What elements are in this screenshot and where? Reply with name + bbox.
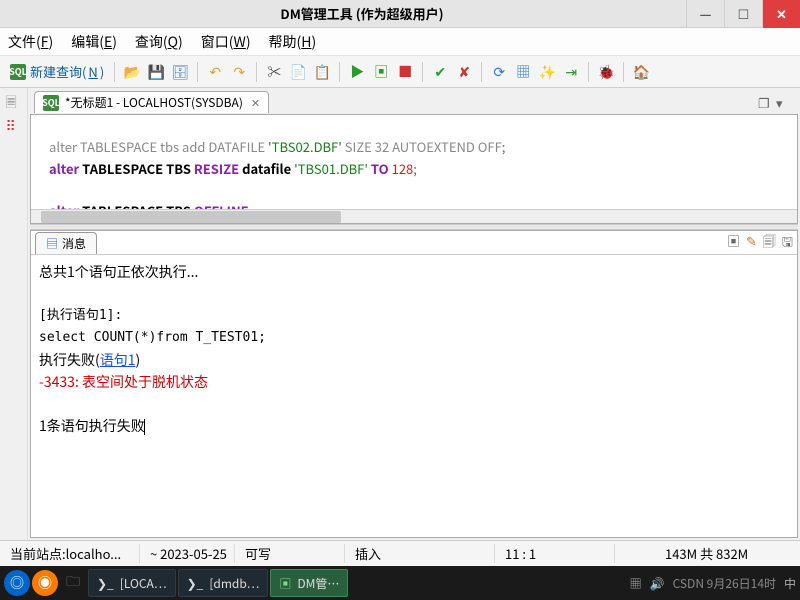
editor-tab-title: *无标题1 - LOCALHOST(SYSDBA) (65, 94, 243, 111)
new-query-button[interactable]: SQL新建查询(N) (6, 62, 108, 81)
msg-line-summary: 1条语句执行失败 (39, 415, 789, 437)
copy-msg-icon[interactable]: 🗐 (763, 231, 776, 255)
editor-tab-bar: SQL *无标题1 - LOCALHOST(SYSDBA) ✕ ❐ ▾ (30, 90, 798, 114)
status-mode: 插入 (345, 544, 495, 563)
restore-icon[interactable]: ❐ (758, 93, 776, 112)
menu-window[interactable]: 窗口(W) (201, 32, 251, 52)
debug-icon[interactable]: 🐞 (595, 61, 617, 83)
msg-line-sql: select COUNT(*)from T_TEST01; (39, 327, 789, 349)
refresh-icon[interactable]: ⟳ (488, 61, 510, 83)
message-panel: ▤ 消息 ▣ ✎ 🗐 🖫 总共1个语句正依次执行... [执行语句1]: sel… (30, 230, 798, 538)
run-script-icon[interactable]: ▣ (370, 61, 392, 83)
window-title: DM管理工具 (作为超级用户) (38, 4, 686, 23)
terminal-icon: ❯_ (187, 575, 204, 592)
editor-tab[interactable]: SQL *无标题1 - LOCALHOST(SYSDBA) ✕ (34, 91, 269, 113)
status-site: 当前站点:localho... (0, 544, 140, 563)
files-icon[interactable]: 🗀 (60, 570, 86, 596)
start-button[interactable]: ◎ (4, 570, 30, 596)
sql-icon: SQL (43, 95, 59, 111)
save-icon[interactable]: 💾 (145, 61, 167, 83)
sql-editor[interactable]: alter TABLESPACE tbs add DATAFILE 'TBS02… (30, 114, 798, 224)
status-bar: 当前站点:localho... ~ 2023-05-25 可写 插入 11 : … (0, 540, 800, 566)
ime-indicator[interactable]: 中 (784, 575, 796, 592)
message-body[interactable]: 总共1个语句正依次执行... [执行语句1]: select COUNT(*)f… (31, 255, 797, 537)
msg-line-header: [执行语句1]: (39, 305, 789, 327)
save-msg-icon[interactable]: 🖫 (782, 231, 793, 255)
commit-icon[interactable]: ✔ (429, 61, 451, 83)
msg-line-exec: 总共1个语句正依次执行... (39, 261, 789, 283)
run-icon[interactable]: ▶ (346, 61, 368, 83)
msg-line-error: -3433: 表空间处于脱机状态 (39, 371, 789, 393)
watermark: CSDN 9月26日14时 (673, 575, 776, 592)
menu-bar: 文件(F) 编辑(E) 查询(Q) 窗口(W) 帮助(H) (0, 28, 800, 56)
minimize-button[interactable] (686, 0, 724, 28)
volume-icon[interactable]: 🔊 (650, 575, 665, 592)
stop-icon[interactable]: ■ (394, 61, 416, 83)
os-taskbar: ◎ ◉ 🗀 ❯_[LOCA… ❯_[dmdb… ▣DM管… ▦ 🔊 CSDN 9… (0, 566, 800, 600)
message-icon: ▤ (46, 235, 58, 252)
menu-query[interactable]: 查询(Q) (135, 32, 183, 52)
maximize-button[interactable] (724, 0, 762, 28)
save-all-icon[interactable]: 🗄 (169, 61, 191, 83)
tab-close-icon[interactable]: ✕ (251, 95, 260, 111)
brush-icon[interactable]: ✎ (746, 231, 757, 255)
task-terminal-2[interactable]: ❯_[dmdb… (178, 569, 269, 597)
title-bar: DM管理工具 (作为超级用户) (0, 0, 800, 28)
copy-icon[interactable]: 📄 (287, 61, 309, 83)
nav-icon[interactable]: ⠿ (6, 116, 22, 132)
rollback-icon[interactable]: ✘ (453, 61, 475, 83)
status-memory: 143M 共 832M (655, 544, 800, 563)
export-icon[interactable]: ⇥ (560, 61, 582, 83)
messages-tab[interactable]: ▤ 消息 (35, 232, 97, 254)
paste-icon[interactable]: 📋 (311, 61, 333, 83)
app-icon: ▣ (279, 575, 291, 592)
outline-icon[interactable]: 🗏 (6, 92, 22, 108)
side-gutter: 🗏 ⠿ (0, 88, 28, 540)
undo-icon[interactable]: ↶ (204, 61, 226, 83)
close-button[interactable] (762, 0, 800, 28)
tray-icon[interactable]: ▦ (630, 575, 642, 592)
home-icon[interactable]: 🏠 (630, 61, 652, 83)
status-writable: 可写 (235, 544, 345, 563)
editor-hscrollbar[interactable] (31, 209, 797, 223)
fail-link[interactable]: 语句1 (100, 350, 136, 370)
open-icon[interactable]: 📂 (121, 61, 143, 83)
firefox-icon[interactable]: ◉ (32, 570, 58, 596)
menu-file[interactable]: 文件(F) (8, 32, 53, 52)
task-dm-tool[interactable]: ▣DM管… (270, 569, 348, 597)
messages-tab-label: 消息 (62, 235, 86, 252)
menu-icon[interactable]: ▾ (776, 93, 794, 112)
table-icon[interactable]: ▦ (512, 61, 534, 83)
terminal-icon: ❯_ (97, 575, 114, 592)
toolbar: SQL新建查询(N) 📂 💾 🗄 ↶ ↷ ✂ 📄 📋 ▶ ▣ ■ ✔ ✘ ⟳ ▦… (0, 56, 800, 88)
cut-icon[interactable]: ✂ (263, 61, 285, 83)
status-time: ~ 2023-05-25 (140, 544, 235, 563)
task-terminal-1[interactable]: ❯_[LOCA… (88, 569, 176, 597)
wizard-icon[interactable]: ✨ (536, 61, 558, 83)
pin-icon[interactable]: ▣ (727, 231, 740, 255)
menu-help[interactable]: 帮助(H) (269, 32, 317, 52)
msg-line-fail: 执行失败(语句1) (39, 349, 789, 371)
redo-icon[interactable]: ↷ (228, 61, 250, 83)
menu-edit[interactable]: 编辑(E) (71, 32, 117, 52)
sql-icon: SQL (10, 64, 26, 80)
status-cursor-pos: 11 : 1 (495, 544, 615, 563)
